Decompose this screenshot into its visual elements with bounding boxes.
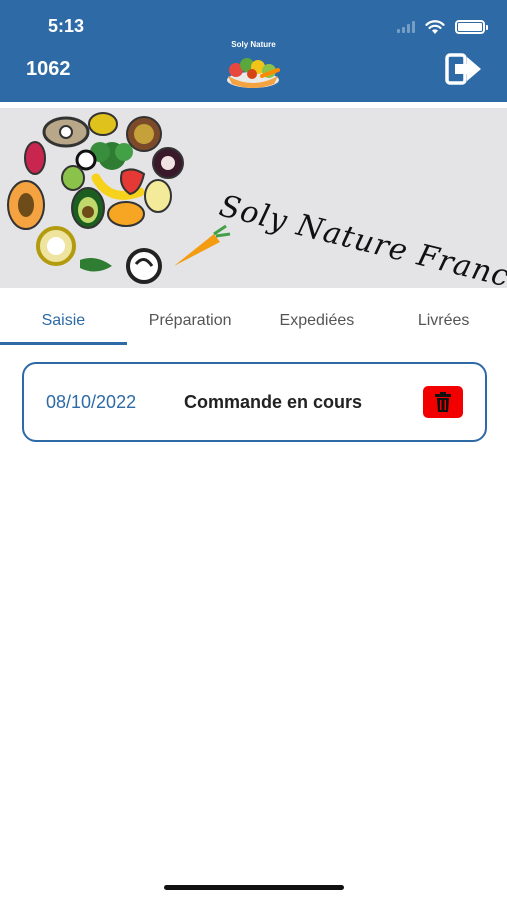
app-header: 5:13 1062 Soly Nature [0, 0, 507, 102]
battery-icon [455, 20, 488, 34]
brand-banner: Soly Nature France [0, 108, 507, 288]
delete-order-button[interactable] [423, 386, 463, 418]
order-card[interactable]: 08/10/2022 Commande en cours [22, 362, 487, 442]
tab-livrees[interactable]: Livrées [380, 300, 507, 346]
tab-saisie[interactable]: Saisie [0, 300, 127, 346]
status-icons [397, 16, 488, 38]
wifi-icon [425, 19, 445, 35]
trash-icon [435, 392, 451, 412]
cellular-signal-icon [397, 21, 415, 33]
status-time: 5:13 [48, 16, 85, 36]
order-date: 08/10/2022 [46, 392, 137, 412]
user-id: 1062 [26, 58, 71, 80]
tab-expediees[interactable]: Expediées [254, 300, 381, 346]
vegetable-basket-icon [222, 50, 284, 90]
order-tabs: Saisie Préparation Expediées Livrées [0, 300, 507, 346]
logout-arrow-icon[interactable] [445, 52, 483, 86]
app-title: Soly Nature [231, 40, 276, 49]
active-tab-indicator [0, 342, 127, 345]
home-indicator [164, 885, 344, 890]
order-status: Commande en cours [184, 392, 363, 412]
tab-preparation[interactable]: Préparation [127, 300, 254, 346]
